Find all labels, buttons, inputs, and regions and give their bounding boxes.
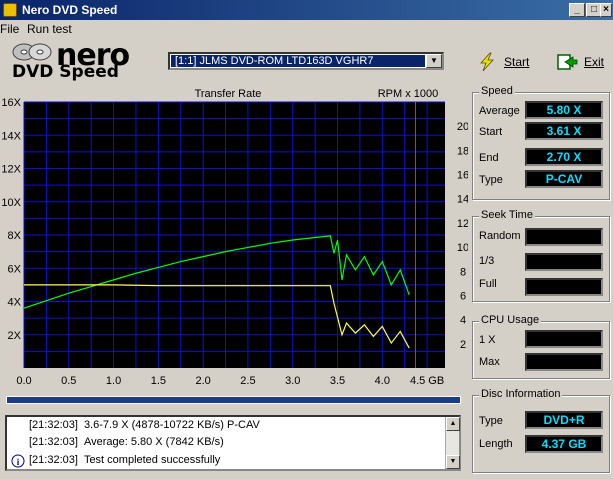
log-scrollbar[interactable]: ▲ ▼ <box>445 417 460 469</box>
transfer-rate-chart: Transfer Rate RPM x 1000 16X 14X 12X 10X 8X 6X 4… <box>1 88 468 386</box>
rpm-tick-label: 16 <box>457 170 468 182</box>
average-value: 5.80 X <box>525 101 603 119</box>
disc-length-label: Length <box>479 438 513 450</box>
rpm-tick-label: 4 <box>460 315 466 327</box>
y-tick-label: 4X <box>8 297 22 309</box>
minimize-button[interactable]: _ <box>569 3 585 17</box>
cpu-max-label: Max <box>479 356 500 368</box>
close-button[interactable]: × <box>600 3 612 17</box>
rpm-axis-title: RPM x 1000 <box>378 88 439 100</box>
seek-time-group: Seek Time Random 1/3 Full <box>472 209 610 302</box>
y-tick-label: 8X <box>8 230 22 242</box>
drive-select[interactable]: [1:1] JLMS DVD-ROM LTD163D VGHR7 ▼ <box>168 52 444 70</box>
rpm-tick-label: 8 <box>460 266 466 278</box>
x-tick-label: 3.5 <box>330 375 345 386</box>
progress-bar <box>6 396 461 404</box>
exit-button[interactable]: Exit <box>556 52 608 72</box>
end-speed-value: 2.70 X <box>525 148 603 166</box>
type-value: P-CAV <box>525 170 603 188</box>
x-tick-label: 0.0 <box>16 375 31 386</box>
average-label: Average <box>479 105 520 117</box>
x-tick-label: 2.5 <box>240 375 255 386</box>
full-seek-label: Full <box>479 278 497 290</box>
app-icon <box>3 3 17 17</box>
log-line: [21:32:03] Test completed successfully <box>29 454 221 466</box>
random-seek-value <box>525 228 603 246</box>
drive-select-value: [1:1] JLMS DVD-ROM LTD163D VGHR7 <box>171 55 425 67</box>
chevron-down-icon[interactable]: ▼ <box>426 54 442 68</box>
window-title: Nero DVD Speed <box>22 3 118 17</box>
menu-bar: File Run test <box>0 20 613 38</box>
start-speed-label: Start <box>479 126 503 138</box>
cpu-usage-group: CPU Usage 1 X Max <box>472 314 610 379</box>
nero-logo: nero DVD Speed <box>10 38 130 82</box>
rpm-tick-label: 12 <box>457 218 468 230</box>
y-tick-label: 16X <box>1 97 21 109</box>
rpm-tick-label: 10 <box>457 242 468 254</box>
third-seek-value <box>525 253 603 271</box>
type-label: Type <box>479 174 503 186</box>
x-tick-label: 2.0 <box>196 375 211 386</box>
speed-group: Speed Average 5.80 X Start 3.61 X End 2.… <box>472 85 610 200</box>
third-seek-label: 1/3 <box>479 255 495 267</box>
x-tick-label: 4.5 GB <box>410 375 444 386</box>
title-bar: Nero DVD Speed _ □ × <box>0 0 613 20</box>
x-tick-label: 1.5 <box>151 375 166 386</box>
y-tick-label: 2X <box>8 330 22 342</box>
y-tick-label: 6X <box>8 263 22 275</box>
y-tick-label: 14X <box>1 130 21 142</box>
disc-length-value: 4.37 GB <box>525 435 603 453</box>
rpm-tick-label: 2 <box>460 339 466 351</box>
exit-button-label: Exit <box>584 55 605 69</box>
disc-info-group: Disc Information Type DVD+R Length 4.37 … <box>472 388 610 473</box>
x-tick-label: 3.0 <box>285 375 300 386</box>
cpu-1x-value <box>525 330 603 348</box>
log-line: [21:32:03] Average: 5.80 X (7842 KB/s) <box>29 436 224 448</box>
end-speed-label: End <box>479 152 499 164</box>
log-list: [21:32:03] 3.6-7.9 X (4878-10722 KB/s) P-… <box>5 415 461 471</box>
scroll-down-icon[interactable]: ▼ <box>446 455 460 469</box>
y-tick-label: 12X <box>1 164 21 176</box>
log-line: [21:32:03] 3.6-7.9 X (4878-10722 KB/s) P-… <box>29 419 260 431</box>
x-tick-label: 0.5 <box>61 375 76 386</box>
seek-time-group-title: Seek Time <box>479 209 535 221</box>
rpm-tick-label: 20 <box>457 121 468 133</box>
disc-info-group-title: Disc Information <box>479 388 563 400</box>
start-button[interactable]: Start <box>476 52 536 72</box>
menu-run-test[interactable]: Run test <box>27 22 72 36</box>
full-seek-value <box>525 278 603 296</box>
y-tick-label: 10X <box>1 197 21 209</box>
disc-type-value: DVD+R <box>525 411 603 429</box>
x-tick-label: 1.0 <box>106 375 121 386</box>
cpu-usage-group-title: CPU Usage <box>479 314 542 326</box>
speed-group-title: Speed <box>479 85 515 97</box>
menu-file[interactable]: File <box>0 22 19 36</box>
start-speed-value: 3.61 X <box>525 122 603 140</box>
rpm-tick-label: 18 <box>457 145 468 157</box>
lightning-icon <box>480 52 494 72</box>
exit-icon <box>557 54 578 70</box>
rpm-tick-label: 6 <box>460 290 466 302</box>
scroll-up-icon[interactable]: ▲ <box>446 417 460 431</box>
cpu-max-value <box>525 353 603 371</box>
rpm-tick-label: 14 <box>457 194 468 206</box>
chart-title: Transfer Rate <box>195 88 262 100</box>
x-tick-label: 4.0 <box>375 375 390 386</box>
disc-type-label: Type <box>479 415 503 427</box>
cpu-1x-label: 1 X <box>479 334 496 346</box>
random-seek-label: Random <box>479 230 521 242</box>
disc-icon <box>12 43 52 61</box>
info-icon: i <box>11 454 25 468</box>
start-button-label: Start <box>504 55 530 69</box>
logo-dvd-speed-text: DVD Speed <box>12 62 119 82</box>
